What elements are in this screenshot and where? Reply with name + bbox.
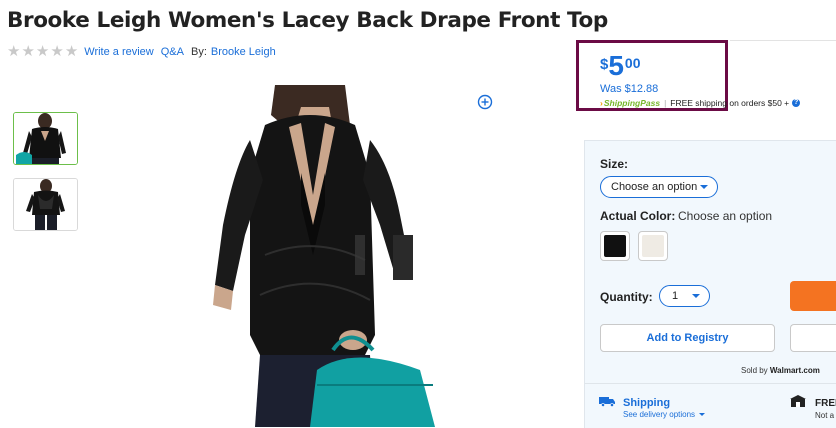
divider — [730, 40, 836, 41]
star-icon: ★ — [21, 43, 35, 60]
add-to-list-button[interactable] — [790, 324, 836, 352]
sold-by: Sold by Walmart.com — [741, 366, 820, 375]
size-label: Size: — [600, 157, 629, 171]
seller-name: Walmart.com — [769, 366, 820, 375]
current-price: $ 5 00 — [600, 50, 641, 81]
quantity-label: Quantity: — [600, 290, 653, 304]
star-icon: ★ — [35, 43, 50, 60]
swatch-ivory[interactable] — [638, 231, 668, 261]
swatch-fill — [642, 235, 664, 257]
review-meta: ★ ★ ★ ★ ★ Write a review Q&A By: Brooke … — [7, 44, 276, 60]
chevron-down-icon — [692, 294, 700, 298]
thumbnail-back[interactable] — [13, 178, 78, 231]
color-label: Actual Color: — [600, 209, 676, 223]
star-icon: ★ — [64, 43, 79, 60]
chevron-down-icon — [700, 185, 708, 189]
product-main-image — [205, 85, 450, 427]
add-to-cart-button[interactable] — [790, 281, 836, 311]
brand-by-label: By: — [190, 46, 207, 58]
help-icon[interactable]: ? — [792, 99, 801, 107]
qa-link[interactable]: Q&A — [161, 46, 184, 58]
thumbnail-front[interactable] — [13, 112, 78, 165]
was-price: Was $12.88 — [600, 83, 659, 95]
zoom-in-icon[interactable] — [477, 94, 493, 110]
truck-icon — [599, 397, 615, 407]
divider — [585, 383, 836, 384]
shipping-pass-logo[interactable]: ShippingPass — [604, 98, 660, 108]
star-icon: ★ — [50, 43, 64, 60]
add-to-registry-button[interactable]: Add to Registry — [600, 324, 775, 352]
shipping-title[interactable]: Shipping — [623, 397, 670, 409]
write-review-link[interactable]: Write a review — [84, 46, 153, 58]
size-select[interactable]: Choose an option — [600, 176, 718, 198]
quantity-select[interactable]: 1 — [659, 285, 710, 307]
shipping-pass-line: › ShippingPass | FREE shipping on orders… — [600, 97, 801, 109]
color-value: Choose an option — [678, 209, 773, 223]
free-shipping-text: FREE shipping on orders $50 + — [670, 98, 790, 108]
rating-stars: ★ ★ ★ ★ ★ — [7, 43, 79, 60]
shipping-pass-caret-icon: › — [600, 98, 603, 108]
store-icon — [790, 395, 806, 407]
pickup-title: FREE — [815, 398, 836, 409]
brand-link[interactable]: Brooke Leigh — [211, 46, 276, 58]
swatch-fill — [604, 235, 626, 257]
chevron-down-icon — [699, 413, 706, 417]
pickup-subtitle: Not a — [815, 411, 835, 420]
separator: | — [664, 98, 667, 108]
star-icon: ★ — [7, 43, 21, 60]
product-title: Brooke Leigh Women's Lacey Back Drape Fr… — [7, 8, 608, 33]
swatch-black[interactable] — [600, 231, 630, 261]
delivery-options-link[interactable]: See delivery options — [623, 410, 706, 419]
